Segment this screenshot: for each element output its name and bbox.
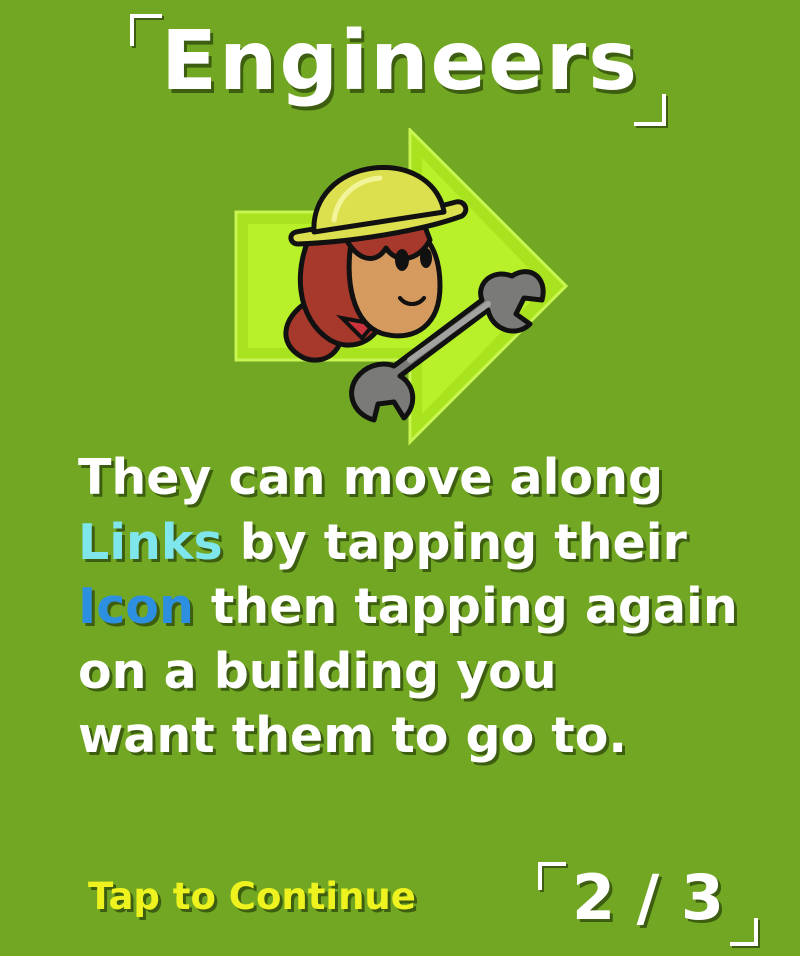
- instruction-line-1: They can move along: [78, 449, 664, 506]
- title-corner-bottom-right: [634, 94, 666, 126]
- tap-to-continue-button[interactable]: Tap to Continue: [88, 872, 416, 922]
- engineer-character-icon: [234, 126, 569, 446]
- pager-corner-bottom-right: [730, 918, 758, 946]
- instruction-line-3: Icon then tapping again: [78, 575, 778, 640]
- page-title: Engineers: [160, 14, 640, 109]
- page-counter: 2 / 3: [571, 861, 725, 934]
- instruction-line-3-rest: then tapping again: [193, 578, 738, 635]
- links-keyword: Links: [78, 513, 223, 571]
- icon-keyword: Icon: [78, 578, 194, 635]
- instruction-line-2: Links by tapping their: [78, 511, 778, 576]
- engineer-illustration: [234, 126, 574, 448]
- instruction-line-5: want them to go to.: [78, 707, 628, 764]
- instruction-line-2-rest: by tapping their: [222, 513, 687, 571]
- instruction-line-4: on a building you: [78, 642, 557, 700]
- instruction-text: They can move along Links by tapping the…: [78, 446, 778, 769]
